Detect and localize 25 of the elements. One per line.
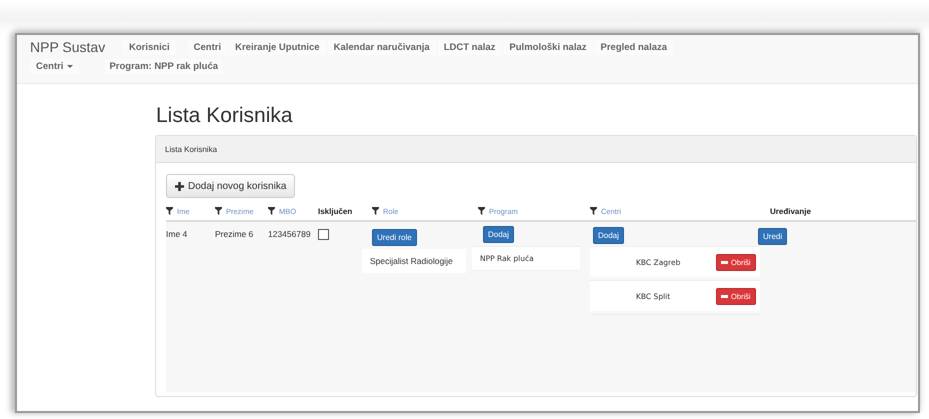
filter-icon bbox=[478, 207, 485, 215]
table-cell: 123456789 bbox=[268, 229, 311, 239]
checkbox[interactable] bbox=[318, 229, 329, 240]
minus-icon bbox=[721, 294, 728, 298]
filter-icon bbox=[372, 207, 379, 215]
table-cell: Ime 4 bbox=[166, 229, 188, 239]
page-title: Lista Korisnika bbox=[156, 104, 294, 128]
role-item: Specijalist Radiologije bbox=[362, 249, 466, 273]
filter-icon bbox=[590, 207, 597, 215]
caret-icon bbox=[67, 65, 74, 68]
filter-icon bbox=[215, 207, 222, 215]
edit-roles-button[interactable]: Uredi role bbox=[372, 229, 417, 246]
brand[interactable]: NPP Sustav bbox=[30, 39, 123, 55]
column-header: Isključen bbox=[318, 206, 352, 216]
filter-icon bbox=[166, 207, 173, 215]
add-program-button[interactable]: Dodaj bbox=[483, 226, 514, 243]
panel-heading: Lista Korisnika bbox=[156, 136, 916, 163]
edit-button[interactable]: Uredi bbox=[758, 228, 788, 245]
column-header: Uređivanje bbox=[770, 206, 811, 216]
minus-icon bbox=[721, 260, 728, 264]
plus-icon bbox=[175, 182, 184, 190]
filter-icon bbox=[268, 207, 275, 215]
table-cell: Prezime 6 bbox=[215, 229, 254, 239]
add-centre-button[interactable]: Dodaj bbox=[593, 227, 624, 244]
add-user-button[interactable]: Dodaj novog korisnika bbox=[166, 174, 296, 198]
